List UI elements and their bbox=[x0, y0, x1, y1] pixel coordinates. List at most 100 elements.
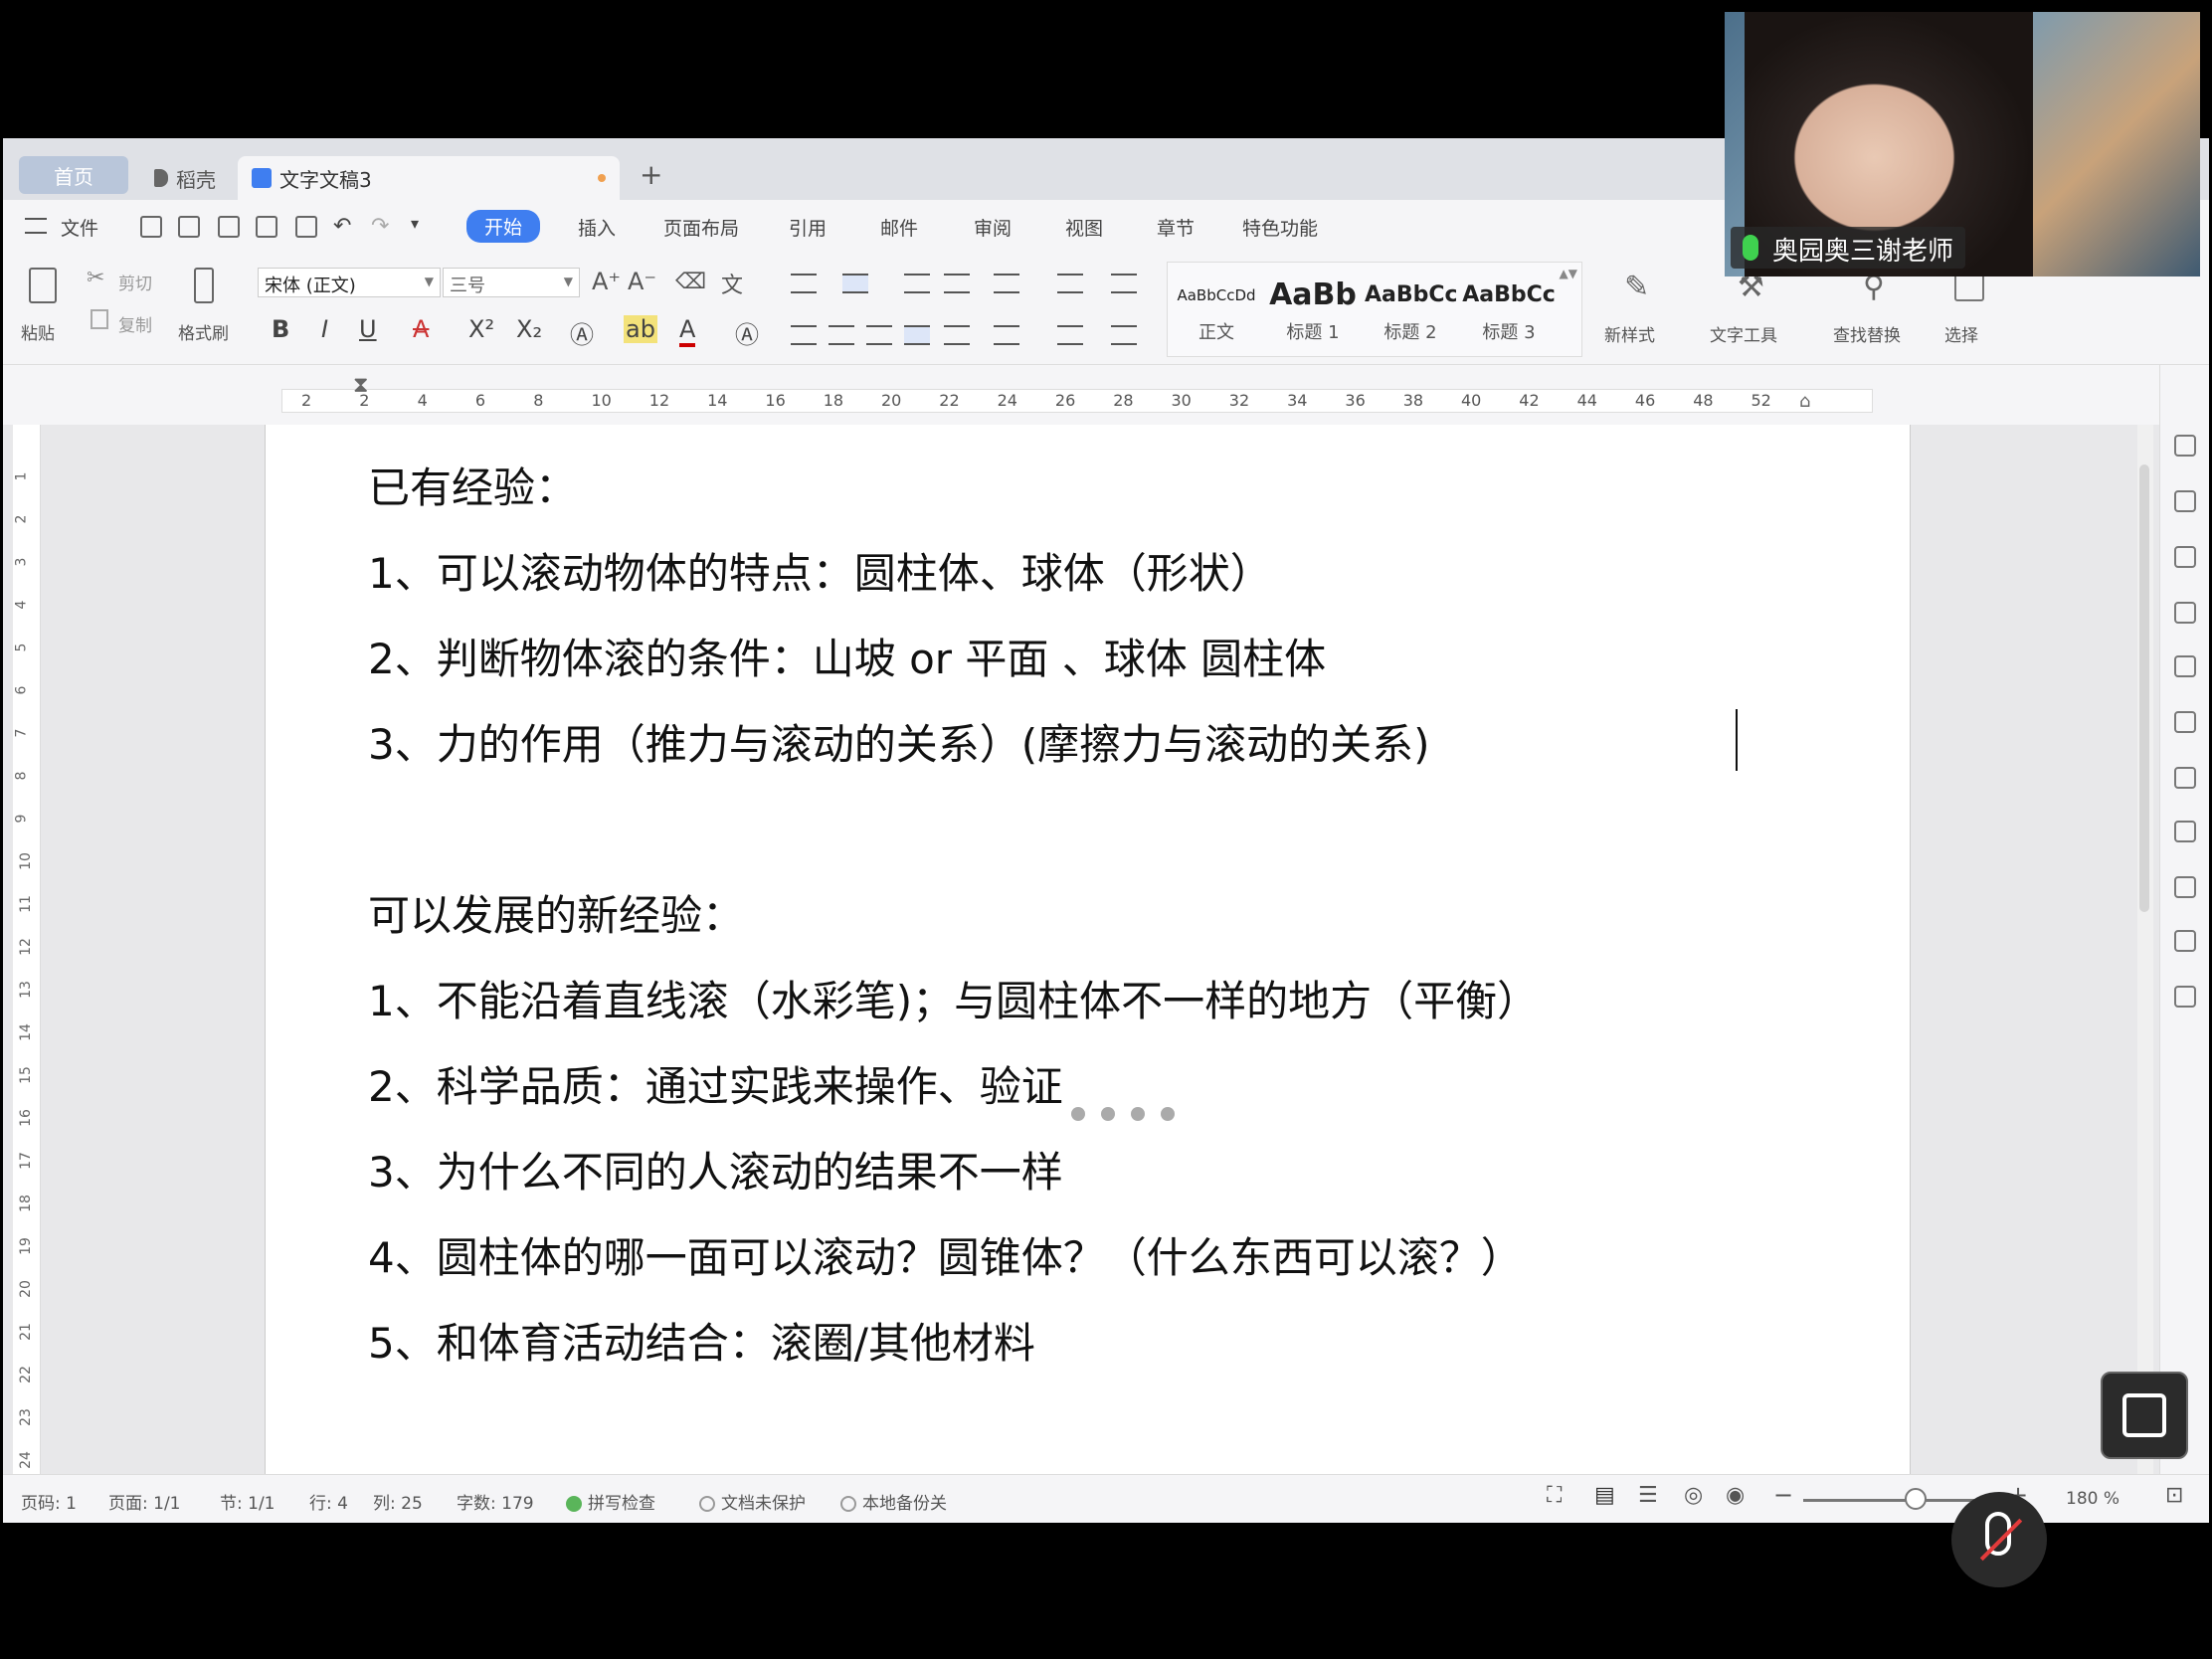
menu-page-layout[interactable]: 页面布局 bbox=[663, 214, 739, 241]
horizontal-ruler[interactable]: 2 2 4 6 8 10 12 14 16 18 20 22 24 26 28 30 32 34 36 38 40 42 4… bbox=[3, 365, 2209, 425]
document-line[interactable]: 3、力的作用（推力与滚动的关系）(摩擦力与滚动的关系) bbox=[368, 711, 1430, 772]
settings-icon[interactable] bbox=[2174, 655, 2196, 677]
show-marks-icon[interactable] bbox=[1111, 274, 1137, 293]
scrollbar-thumb[interactable] bbox=[2139, 464, 2149, 912]
redo-icon[interactable]: ↷ bbox=[371, 214, 389, 239]
line-spacing-icon[interactable] bbox=[994, 325, 1019, 345]
shading-icon[interactable] bbox=[1057, 325, 1083, 345]
outline-view-icon[interactable]: ☰ bbox=[1638, 1483, 1658, 1508]
paste-button[interactable]: 粘贴 bbox=[17, 264, 67, 353]
shrink-font-icon[interactable]: A⁻ bbox=[628, 268, 656, 295]
tab-shell[interactable]: 稻壳 bbox=[140, 156, 230, 200]
left-indent-marker-icon[interactable]: ⧗ bbox=[353, 373, 368, 398]
undo-icon[interactable]: ↶ bbox=[333, 214, 351, 239]
select-button[interactable]: 选择 bbox=[1940, 264, 2000, 353]
align-left-icon[interactable] bbox=[791, 325, 817, 345]
highlight-icon[interactable]: ab bbox=[624, 315, 657, 343]
menu-view[interactable]: 视图 bbox=[1065, 214, 1103, 241]
section-heading[interactable]: 已有经验： bbox=[368, 455, 577, 515]
style-icon[interactable] bbox=[2174, 546, 2196, 568]
local-backup-button[interactable]: 本地备份关 bbox=[840, 1489, 947, 1514]
save-icon[interactable] bbox=[178, 216, 200, 238]
superscript-icon[interactable]: X² bbox=[468, 315, 494, 343]
fullscreen-icon[interactable]: ⛶ bbox=[1547, 1483, 1562, 1508]
zoom-level[interactable]: 180 % bbox=[2066, 1489, 2120, 1509]
hamburger-menu-icon[interactable] bbox=[25, 218, 47, 234]
document-line[interactable]: 2、科学品质：通过实践来操作、验证 bbox=[368, 1053, 1063, 1114]
document-line[interactable]: 2、判断物体滚的条件：山坡 or 平面 、球体 圆柱体 bbox=[368, 626, 1326, 686]
customize-toolbar-icon[interactable]: ▾ bbox=[411, 214, 419, 233]
strikethrough-icon[interactable]: A bbox=[413, 315, 429, 343]
right-indent-marker-icon[interactable]: ⌂ bbox=[1799, 391, 1810, 412]
document-line[interactable]: 1、不能沿着直线滚（水彩笔)；与圆柱体不一样的地方（平衡） bbox=[368, 968, 1539, 1028]
text-tools-button[interactable]: ⚒ 文字工具 bbox=[1704, 264, 1799, 353]
menu-start[interactable]: 开始 bbox=[466, 210, 541, 243]
align-right-icon[interactable] bbox=[866, 325, 892, 345]
web-view-icon[interactable]: ◎ bbox=[1684, 1483, 1703, 1508]
style-heading-3[interactable]: AaBbCc 标题 3 bbox=[1462, 273, 1556, 362]
bold-button[interactable]: B bbox=[272, 315, 289, 343]
section-heading[interactable]: 可以发展的新经验： bbox=[368, 882, 744, 943]
document-line[interactable]: 1、可以滚动物体的特点：圆柱体、球体（形状） bbox=[368, 540, 1272, 601]
sliders-icon[interactable] bbox=[2174, 821, 2196, 842]
image-text-icon[interactable] bbox=[2174, 930, 2196, 952]
format-painter-button[interactable]: 格式刷 bbox=[174, 264, 238, 353]
new-tab-button[interactable]: + bbox=[640, 158, 662, 191]
underline-button[interactable]: U bbox=[359, 315, 377, 343]
eye-protection-icon[interactable]: ◉ bbox=[1726, 1483, 1745, 1508]
distributed-align-icon[interactable] bbox=[944, 325, 970, 345]
history-icon[interactable] bbox=[2174, 876, 2196, 898]
status-word-count[interactable]: 字数: 179 bbox=[457, 1489, 534, 1514]
fit-window-icon[interactable]: ⊡ bbox=[2165, 1483, 2183, 1508]
align-center-icon[interactable] bbox=[829, 325, 854, 345]
decrease-indent-icon[interactable] bbox=[904, 274, 930, 293]
grow-font-icon[interactable]: A⁺ bbox=[592, 268, 621, 295]
picture-icon[interactable] bbox=[2174, 986, 2196, 1008]
page-view-icon[interactable]: ▤ bbox=[1594, 1483, 1615, 1508]
menu-insert[interactable]: 插入 bbox=[578, 214, 616, 241]
menu-chapter[interactable]: 章节 bbox=[1157, 214, 1195, 241]
sort-icon[interactable] bbox=[1057, 274, 1083, 293]
text-effect-icon[interactable]: Ⓐ bbox=[570, 315, 594, 350]
numbered-list-icon[interactable] bbox=[842, 274, 868, 293]
document-line[interactable]: 5、和体育活动结合：滚圈/其他材料 bbox=[368, 1310, 1035, 1371]
borders-icon[interactable] bbox=[1111, 325, 1137, 345]
new-style-button[interactable]: ✎ 新样式 bbox=[1598, 264, 1678, 353]
italic-button[interactable]: I bbox=[321, 315, 328, 343]
zoom-out-icon[interactable]: − bbox=[1773, 1481, 1793, 1509]
style-normal[interactable]: AaBbCcDd 正文 bbox=[1174, 273, 1259, 362]
lock-icon[interactable] bbox=[2174, 767, 2196, 789]
tab-document[interactable]: 文字文稿3 bbox=[238, 156, 620, 200]
style-heading-1[interactable]: AaBb 标题 1 bbox=[1267, 273, 1359, 362]
print-preview-icon[interactable] bbox=[295, 216, 317, 238]
print-icon[interactable] bbox=[256, 216, 277, 238]
find-replace-button[interactable]: ⚲ 查找替换 bbox=[1829, 264, 1925, 353]
character-border-icon[interactable]: Ⓐ bbox=[735, 315, 759, 350]
tab-home[interactable]: 首页 bbox=[19, 156, 128, 194]
menu-file[interactable]: 文件 bbox=[61, 214, 98, 241]
font-name-select[interactable]: 宋体 (正文) ▼ bbox=[258, 268, 441, 297]
chinese-layout-icon[interactable] bbox=[994, 274, 1019, 293]
increase-indent-icon[interactable] bbox=[944, 274, 970, 293]
document-page[interactable]: 已有经验： 1、可以滚动物体的特点：圆柱体、球体（形状） 2、判断物体滚的条件：山坡… bbox=[265, 425, 1911, 1474]
document-line[interactable]: 3、为什么不同的人滚动的结果不一样 bbox=[368, 1139, 1063, 1199]
spell-check-button[interactable]: 拼写检查 bbox=[566, 1489, 655, 1514]
shapes-icon[interactable] bbox=[2174, 490, 2196, 512]
zoom-slider-thumb[interactable] bbox=[1905, 1488, 1927, 1510]
pointer-icon[interactable] bbox=[2174, 711, 2196, 733]
menu-review[interactable]: 审阅 bbox=[974, 214, 1012, 241]
export-pdf-icon[interactable] bbox=[218, 216, 240, 238]
subscript-icon[interactable]: X₂ bbox=[516, 315, 542, 343]
edit-icon[interactable] bbox=[2174, 602, 2196, 624]
phonetic-guide-icon[interactable]: 文 bbox=[721, 268, 743, 299]
font-color-icon[interactable]: A bbox=[679, 315, 696, 347]
menu-special-features[interactable]: 特色功能 bbox=[1242, 214, 1318, 241]
document-protection-button[interactable]: 文档未保护 bbox=[699, 1489, 806, 1514]
font-size-select[interactable]: 三号 ▼ bbox=[443, 268, 580, 297]
open-folder-icon[interactable] bbox=[140, 216, 162, 238]
menu-reference[interactable]: 引用 bbox=[789, 214, 827, 241]
share-window-button[interactable] bbox=[2101, 1372, 2188, 1459]
style-heading-2[interactable]: AaBbCc 标题 2 bbox=[1365, 273, 1456, 362]
mute-button[interactable] bbox=[1951, 1492, 2047, 1587]
menu-mail[interactable]: 邮件 bbox=[880, 214, 918, 241]
